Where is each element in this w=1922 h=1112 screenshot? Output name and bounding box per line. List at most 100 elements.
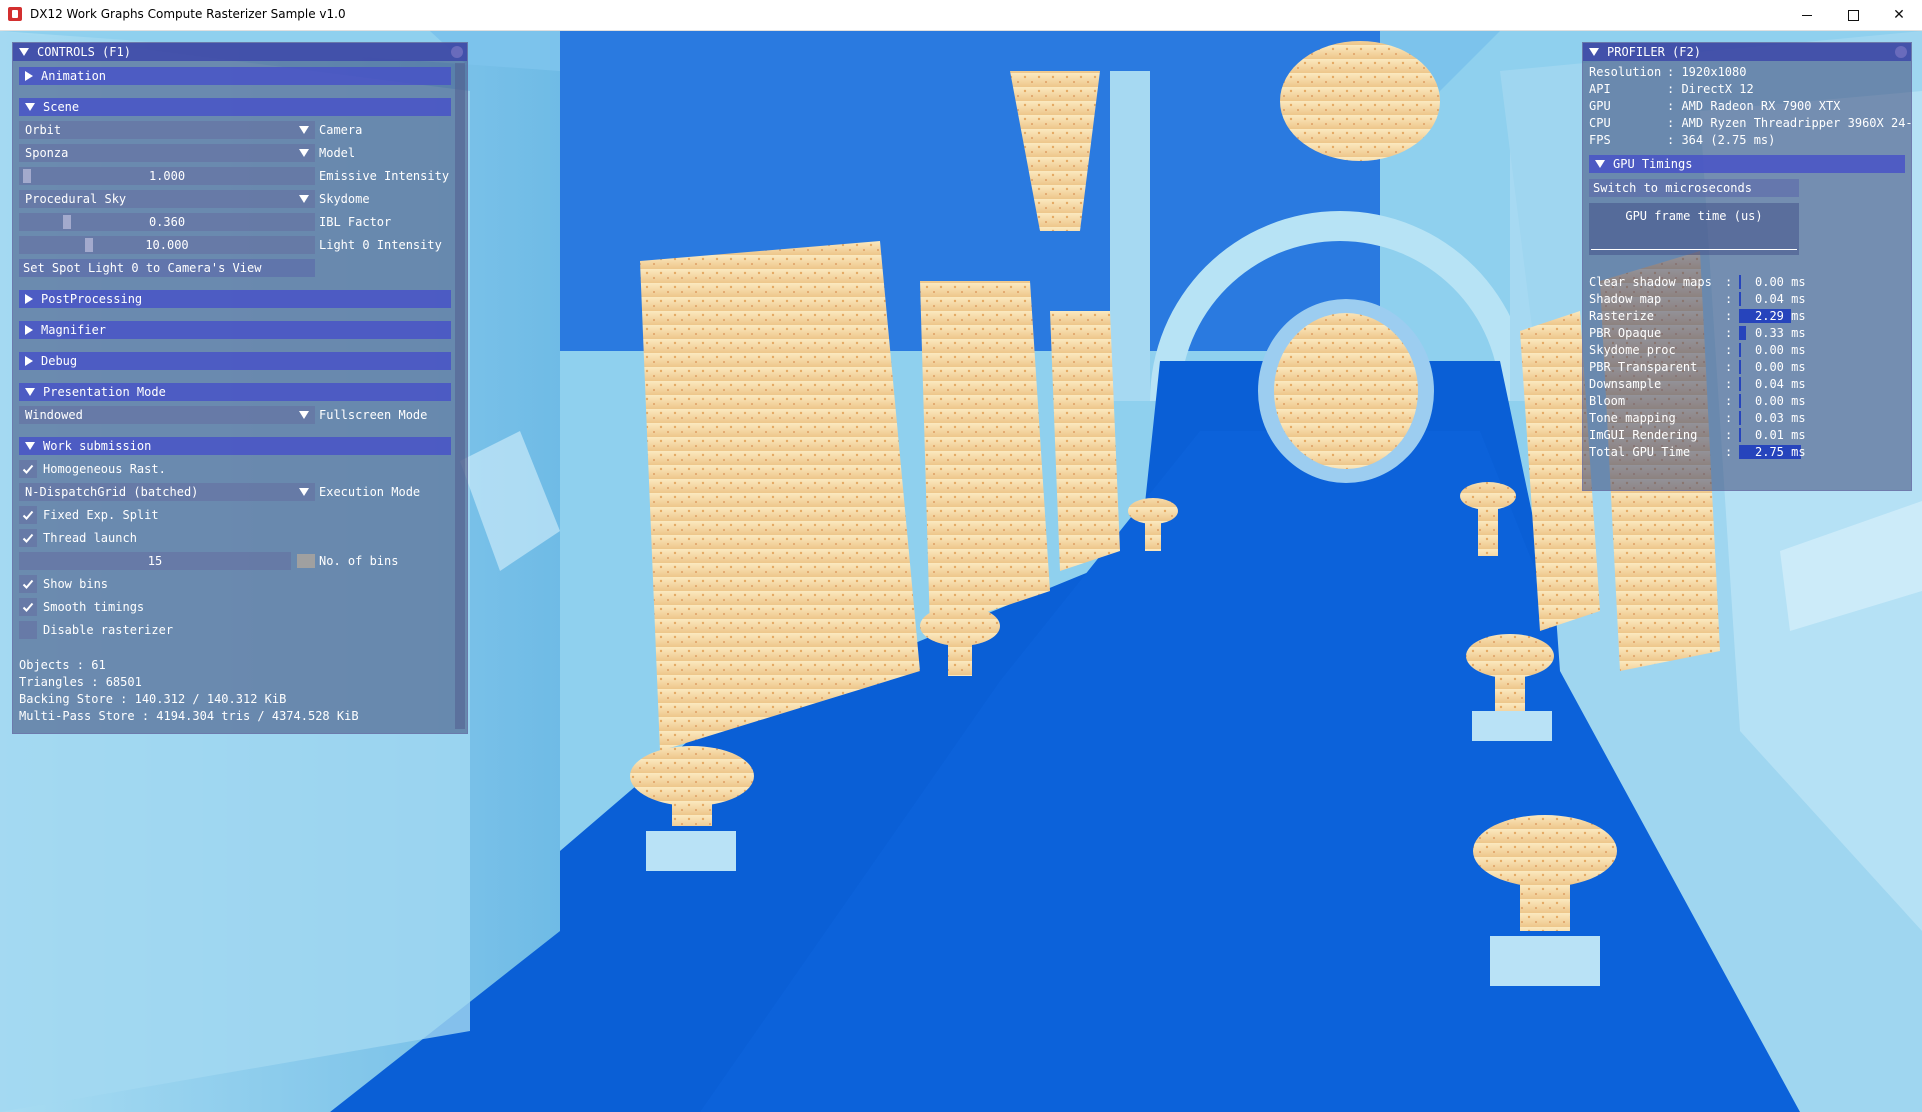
checkmark-icon — [22, 602, 34, 612]
fixed-exp-label: Fixed Exp. Split — [43, 508, 159, 522]
fullscreen-value: Windowed — [25, 408, 83, 422]
light0-slider[interactable]: 10.000 — [19, 236, 315, 254]
section-work-label: Work submission — [43, 439, 152, 453]
model-label: Model — [319, 146, 356, 160]
timing-name: PBR Opaque — [1589, 326, 1662, 340]
render-viewport[interactable]: CONTROLS (F1) Animation Scene Orbit Came… — [0, 31, 1922, 1112]
info-key: API — [1589, 82, 1611, 96]
timing-name: Downsample — [1589, 377, 1662, 391]
timing-name: Tone mapping — [1589, 411, 1676, 425]
section-magnifier[interactable]: Magnifier — [19, 321, 451, 339]
section-postprocessing[interactable]: PostProcessing — [19, 290, 451, 308]
profiler-close-button[interactable] — [1895, 46, 1907, 58]
profiler-info-row: API : DirectX 12 — [1589, 82, 1754, 96]
homogeneous-checkbox[interactable] — [19, 460, 37, 478]
info-key: Resolution — [1589, 65, 1662, 79]
timing-value: 2.29 ms — [1755, 309, 1806, 323]
fixed-exp-checkbox[interactable] — [19, 506, 37, 524]
minimize-icon — [1802, 14, 1812, 16]
camera-combo[interactable]: Orbit — [19, 121, 315, 139]
section-gpu-timings[interactable]: GPU Timings — [1589, 155, 1905, 173]
timing-value: 0.01 ms — [1755, 428, 1806, 442]
disable-rasterizer-checkbox[interactable] — [19, 621, 37, 639]
section-scene[interactable]: Scene — [19, 98, 451, 116]
timing-sep: : — [1725, 377, 1733, 391]
profiler-info-row: Resolution: 1920x1080 — [1589, 65, 1746, 79]
timing-value: 0.00 ms — [1755, 360, 1806, 374]
section-debug-label: Debug — [41, 354, 78, 368]
section-animation[interactable]: Animation — [19, 67, 451, 85]
controls-panel-title: CONTROLS (F1) — [37, 45, 131, 59]
bins-color-swatch[interactable] — [297, 554, 315, 568]
timing-row: Rasterize: 2.29 ms — [1589, 309, 1806, 323]
timing-value: 0.04 ms — [1755, 292, 1806, 306]
profiler-panel-header[interactable]: PROFILER (F2) — [1583, 43, 1911, 61]
show-bins-checkbox[interactable] — [19, 575, 37, 593]
model-combo[interactable]: Sponza — [19, 144, 315, 162]
stat-multipass-store: Multi-Pass Store : 4194.304 tris / 4374.… — [19, 709, 359, 723]
switch-microseconds-button[interactable]: Switch to microseconds — [1589, 179, 1799, 197]
timing-sep: : — [1725, 326, 1733, 340]
timing-name: Rasterize — [1589, 309, 1655, 323]
timing-sep: : — [1725, 275, 1733, 289]
emissive-value: 1.000 — [148, 169, 186, 183]
disable-rasterizer-label: Disable rasterizer — [43, 623, 174, 637]
timing-row: Downsample: 0.04 ms — [1589, 377, 1806, 391]
thread-launch-label: Thread launch — [43, 531, 137, 545]
expand-icon — [25, 325, 33, 335]
timing-name: PBR Transparent — [1589, 360, 1698, 374]
profiler-info-row: CPU: AMD Ryzen Threadripper 3960X 24-C — [1589, 116, 1911, 130]
profiler-info-row: FPS: 364 (2.75 ms) — [1589, 133, 1775, 147]
app-icon — [8, 7, 22, 21]
close-window-button[interactable]: ✕ — [1876, 0, 1922, 30]
maximize-button[interactable] — [1830, 0, 1876, 30]
spot-light-button[interactable]: Set Spot Light 0 to Camera's View — [19, 259, 315, 277]
chevron-down-icon — [299, 126, 309, 134]
timing-name: Skydome proc — [1589, 343, 1676, 357]
camera-label: Camera — [319, 123, 363, 137]
timing-name: Bloom — [1589, 394, 1626, 408]
bins-input[interactable]: 15 — [19, 552, 291, 570]
section-presentation[interactable]: Presentation Mode — [19, 383, 451, 401]
emissive-slider[interactable]: 1.000 — [19, 167, 315, 185]
smooth-timings-checkbox[interactable] — [19, 598, 37, 616]
ibl-slider[interactable]: 0.360 — [19, 213, 315, 231]
timing-sep: : — [1725, 394, 1733, 408]
section-postprocessing-label: PostProcessing — [41, 292, 143, 306]
expand-icon — [25, 294, 33, 304]
timing-row: Total GPU Time: 2.75 ms — [1589, 445, 1806, 459]
skydome-combo[interactable]: Procedural Sky — [19, 190, 315, 208]
timing-value: 0.00 ms — [1755, 394, 1806, 408]
info-key: FPS — [1589, 133, 1611, 147]
thread-launch-checkbox[interactable] — [19, 529, 37, 547]
camera-value: Orbit — [25, 123, 62, 137]
maximize-icon — [1847, 9, 1859, 21]
section-work-submission[interactable]: Work submission — [19, 437, 451, 455]
chevron-down-icon — [299, 488, 309, 496]
info-value: : DirectX 12 — [1667, 82, 1754, 96]
stat-objects: Objects : 61 — [19, 658, 106, 672]
timing-row: PBR Transparent: 0.00 ms — [1589, 360, 1806, 374]
close-icon: ✕ — [1893, 7, 1905, 23]
collapse-icon — [25, 442, 35, 450]
timing-value: 2.75 ms — [1755, 445, 1806, 459]
fullscreen-combo[interactable]: Windowed — [19, 406, 315, 424]
execution-mode-combo[interactable]: N-DispatchGrid (batched) — [19, 483, 315, 501]
expand-icon — [25, 71, 33, 81]
checkmark-icon — [22, 533, 34, 543]
ibl-value: 0.360 — [148, 215, 186, 229]
controls-panel-header[interactable]: CONTROLS (F1) — [13, 43, 467, 61]
checkmark-icon — [22, 464, 34, 474]
section-debug[interactable]: Debug — [19, 352, 451, 370]
smooth-timings-label: Smooth timings — [43, 600, 145, 614]
timing-name: ImGUI Rendering — [1589, 428, 1698, 442]
info-value: : AMD Radeon RX 7900 XTX — [1667, 99, 1841, 113]
controls-close-button[interactable] — [451, 46, 463, 58]
bins-label: No. of bins — [319, 554, 399, 568]
collapse-icon — [19, 48, 29, 56]
timing-name: Total GPU Time — [1589, 445, 1691, 459]
controls-scrollbar[interactable] — [455, 63, 465, 729]
minimize-button[interactable] — [1784, 0, 1830, 30]
timing-sep: : — [1725, 445, 1733, 459]
timing-sep: : — [1725, 343, 1733, 357]
